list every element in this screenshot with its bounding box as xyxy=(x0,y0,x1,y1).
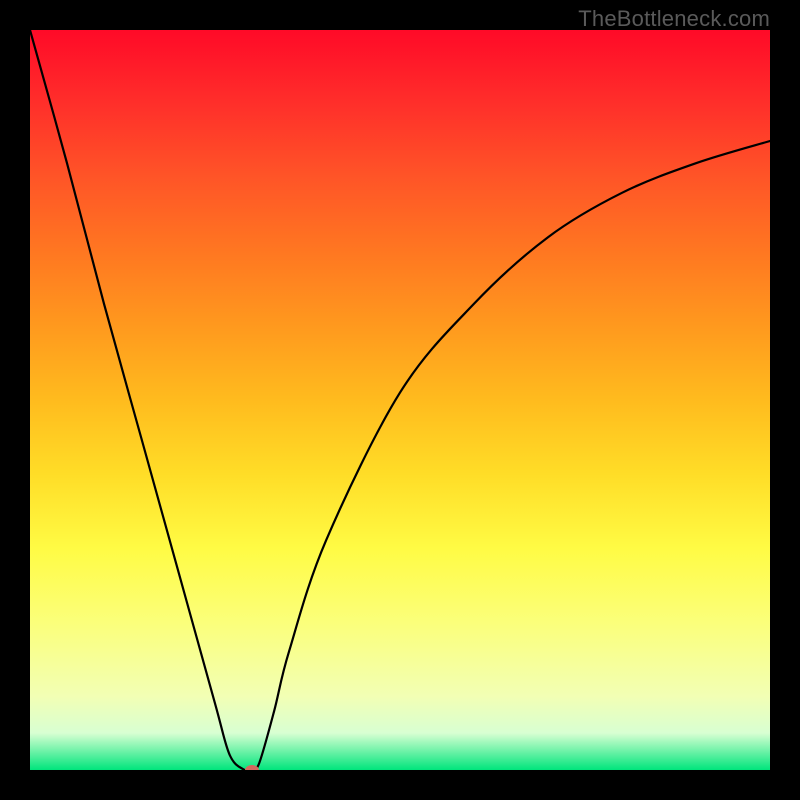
plot-area xyxy=(30,30,770,770)
chart-frame: TheBottleneck.com xyxy=(0,0,800,800)
watermark-text: TheBottleneck.com xyxy=(578,6,770,32)
bottleneck-curve xyxy=(30,30,770,770)
